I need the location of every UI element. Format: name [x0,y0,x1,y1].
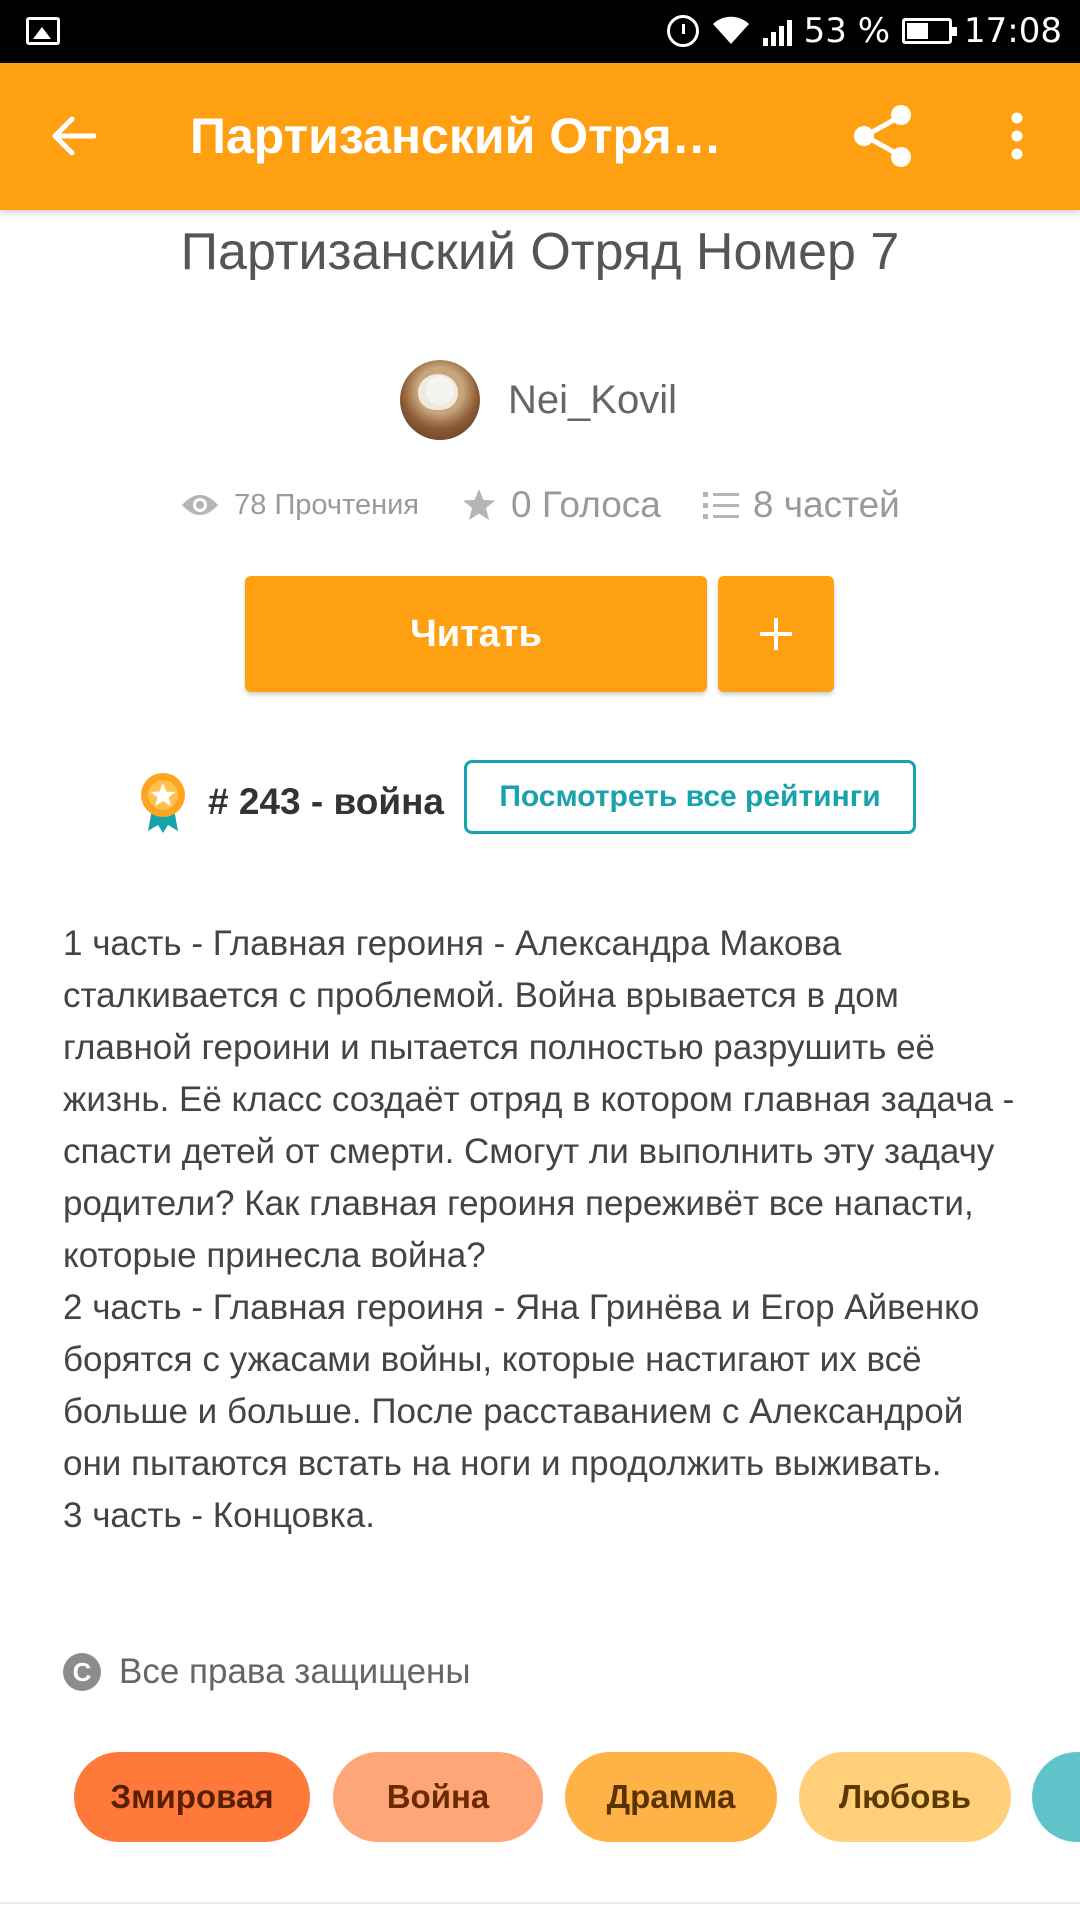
reads-stat: 78 Прочтения [180,489,419,522]
parts-count: 8 частей [752,484,900,525]
add-to-library-button[interactable] [718,576,834,692]
battery-fill [907,23,928,39]
more-options-button[interactable] [990,97,1044,175]
wifi-icon [712,16,749,44]
plus-icon [760,618,792,650]
tag-list: Змировая Война Драмма Любовь [74,1752,1080,1842]
copyright-icon: C [63,1653,101,1691]
clock: 17:08 [964,11,1062,51]
story-title: Партизанский Отряд Номер 7 [180,223,900,281]
tag-chip[interactable]: Змировая [74,1752,310,1842]
ranking: # 243 - война [138,762,444,842]
description-paragraph: 3 часть - Концовка. [63,1496,375,1535]
read-button[interactable]: Читать [245,576,707,692]
description-paragraph: 1 часть - Главная героиня - Александра М… [63,924,1015,1275]
votes-count: 0 Голоса [511,484,661,525]
description-paragraph: 2 часть - Главная героиня - Яна Гринёва … [63,1288,980,1483]
copyright-notice: C Все права защищены [63,1652,471,1692]
votes-stat: 0 Голоса [461,484,661,526]
author-avatar [400,360,480,440]
share-icon [854,105,911,167]
star-icon [463,489,496,520]
story-description: 1 часть - Главная героиня - Александра М… [63,918,1023,1542]
back-button[interactable] [40,103,106,169]
status-icons: 53 % 17:08 [666,8,1062,54]
eye-icon [182,495,219,515]
app-bar-title: Партизанский Отряд Номер 7 [190,108,750,164]
more-vert-icon [1011,112,1023,160]
story-stats: 78 Прочтения 0 Голоса 8 частей [0,484,1080,526]
status-bar: 53 % 17:08 [0,0,1080,63]
divider [0,1902,1080,1904]
image-notification-icon [26,17,60,45]
tag-chip-partial[interactable] [1032,1752,1080,1842]
tag-chip[interactable]: Любовь [799,1752,1011,1842]
author-link[interactable]: Nei_Kovil [400,360,677,440]
tag-chip[interactable]: Война [333,1752,543,1842]
author-name: Nei_Kovil [508,377,677,422]
arrow-back-icon [52,116,96,156]
alarm-icon [666,15,699,47]
signal-icon [762,16,792,46]
app-bar: Партизанский Отряд Номер 7 [0,63,1080,210]
list-icon [702,492,739,519]
parts-stat: 8 частей [702,484,900,526]
reads-count: 78 Прочтения [234,488,420,521]
tag-chip[interactable]: Драмма [565,1752,777,1842]
battery-percent: 53 % [803,11,891,51]
share-button[interactable] [844,97,922,175]
view-all-rankings-button[interactable]: Посмотреть все рейтинги [464,760,916,834]
ranking-medal-icon [141,773,185,833]
copyright-text: Все права защищены [119,1652,471,1691]
ranking-text: # 243 - война [208,781,445,822]
battery-icon [902,18,958,44]
